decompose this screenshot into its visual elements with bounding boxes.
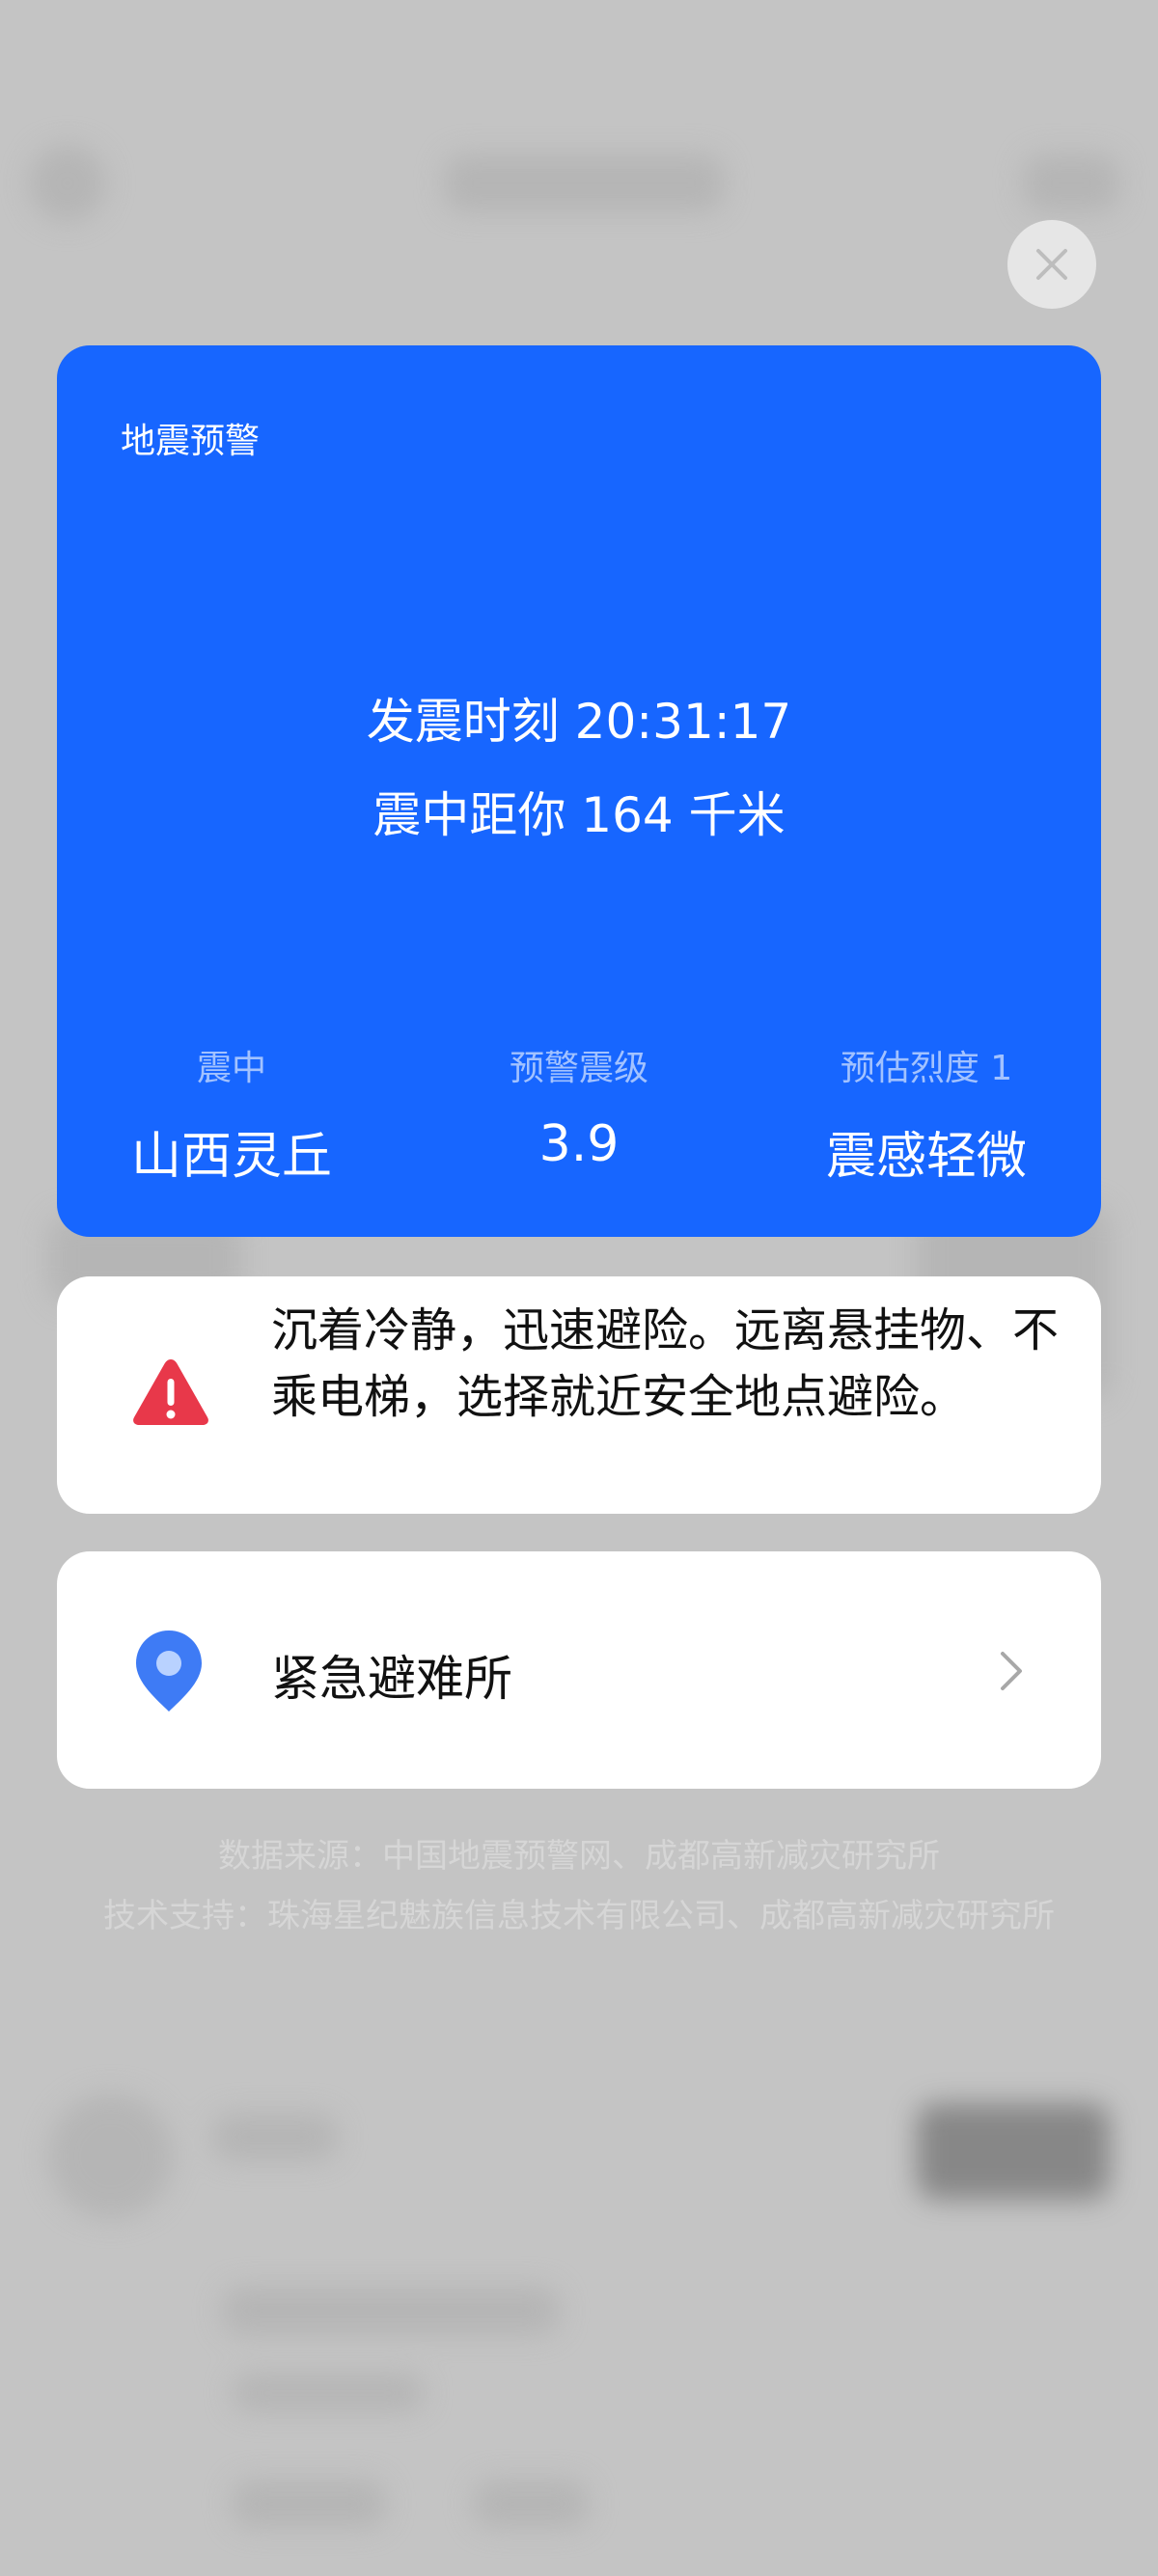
data-source-text: 数据来源：中国地震预警网、成都高新减灾研究所 — [218, 1837, 940, 1876]
stat-label: 预警震级 — [509, 1049, 648, 1088]
earthquake-alert-card: 地震预警 发震时刻 20:31:17 震中距你 164 千米 震中 山西灵丘 预… — [57, 345, 1101, 1237]
stat-label: 震中 — [196, 1049, 266, 1088]
stat-intensity: 预估烈度 1 震感轻微 — [752, 1040, 1101, 1188]
tech-support-text: 技术支持：珠海星纪魅族信息技术有限公司、成都高新减灾研究所 — [103, 1897, 1055, 1935]
stat-value: 3.9 — [538, 1115, 620, 1173]
stat-value: 山西灵丘 — [130, 1128, 332, 1186]
stat-value: 震感轻微 — [825, 1128, 1027, 1186]
emergency-shelter-item[interactable]: 紧急避难所 — [57, 1551, 1101, 1789]
stat-epicenter: 震中 山西灵丘 — [57, 1040, 406, 1188]
location-pin-icon — [136, 1631, 202, 1712]
warning-triangle-icon — [133, 1359, 208, 1425]
shelter-label: 紧急避难所 — [271, 1651, 512, 1707]
safety-tip-card: 沉着冷静，迅速避险。远离悬挂物、不乘电梯，选择就近安全地点避险。 — [57, 1276, 1101, 1514]
close-icon — [1036, 249, 1067, 280]
stat-magnitude: 预警震级 3.9 — [406, 1040, 752, 1188]
epicenter-distance: 震中距你 164 千米 — [372, 787, 786, 843]
quake-time: 发震时刻 20:31:17 — [366, 694, 792, 750]
quake-stats: 震中 山西灵丘 预警震级 3.9 预估烈度 1 震感轻微 — [57, 1040, 1101, 1188]
stat-label: 预估烈度 1 — [840, 1049, 1013, 1088]
safety-tip-text: 沉着冷静，迅速避险。远离悬挂物、不乘电梯，选择就近安全地点避险。 — [271, 1303, 1060, 1424]
chevron-right-icon — [1001, 1652, 1022, 1690]
close-button[interactable] — [1007, 220, 1096, 309]
card-title: 地震预警 — [121, 422, 261, 461]
